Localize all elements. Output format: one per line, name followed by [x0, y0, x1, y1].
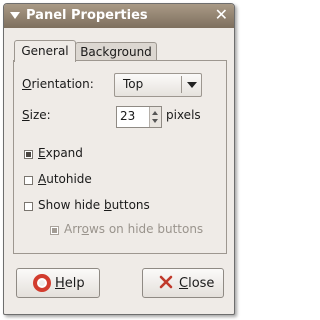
help-button-label: Help	[55, 276, 85, 291]
orientation-label: Orientation:	[22, 77, 94, 91]
size-spinbutton[interactable]: 23	[116, 106, 162, 128]
spin-down-icon[interactable]	[152, 119, 158, 123]
show-hide-buttons-checkbox[interactable]	[24, 202, 33, 211]
title-bar[interactable]: Panel Properties ✕	[4, 4, 234, 28]
show-hide-buttons-label[interactable]: Show hide buttons	[38, 198, 150, 212]
dropdown-arrow-icon[interactable]	[187, 82, 197, 88]
orientation-select[interactable]: Top	[114, 73, 202, 97]
size-label: Size:	[22, 108, 51, 122]
spin-up-icon[interactable]	[152, 111, 158, 115]
arrows-on-hide-buttons-checkbox	[50, 226, 59, 235]
tab-background[interactable]: Background	[75, 42, 157, 61]
tab-general-label: General	[21, 44, 69, 58]
window-title: Panel Properties	[26, 8, 148, 23]
combo-separator	[181, 76, 182, 93]
expand-checkbox[interactable]	[24, 150, 33, 159]
autohide-checkbox[interactable]	[24, 176, 33, 185]
autohide-label[interactable]: Autohide	[38, 172, 92, 186]
tab-background-label: Background	[80, 45, 152, 59]
help-button[interactable]: Help	[16, 268, 100, 298]
size-unit: pixels	[166, 108, 201, 122]
close-button[interactable]: Close	[142, 268, 224, 298]
lifebuoy-icon	[33, 274, 51, 292]
close-icon[interactable]: ✕	[215, 6, 228, 24]
spin-buttons[interactable]	[149, 107, 161, 127]
expand-label[interactable]: Expand	[38, 146, 83, 160]
size-value[interactable]: 23	[120, 109, 135, 123]
dialog-window: Panel Properties ✕ General Background Or…	[3, 3, 235, 315]
close-button-label: Close	[179, 276, 215, 291]
tab-general[interactable]: General	[14, 40, 76, 62]
arrows-on-hide-buttons-label: Arrows on hide buttons	[64, 222, 204, 236]
chevron-down-icon[interactable]	[10, 12, 20, 19]
close-icon	[159, 275, 173, 289]
orientation-value: Top	[123, 77, 144, 91]
